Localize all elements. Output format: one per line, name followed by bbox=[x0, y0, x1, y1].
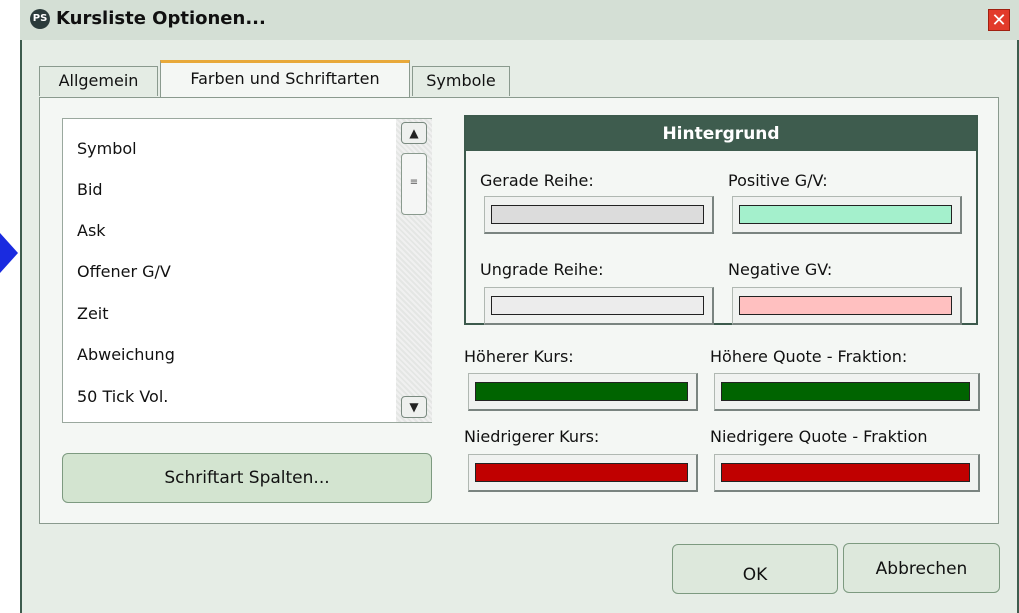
list-item[interactable]: Bid bbox=[77, 180, 103, 199]
tab-symbole[interactable]: Symbole bbox=[412, 66, 510, 96]
higher-quote-label: Höhere Quote - Fraktion: bbox=[710, 347, 908, 366]
higher-quote-color-button[interactable] bbox=[714, 373, 980, 411]
list-item[interactable]: Offener G/V bbox=[77, 262, 171, 281]
column-font-button[interactable]: Schriftart Spalten... bbox=[62, 453, 432, 503]
scroll-up-button[interactable]: ▲ bbox=[401, 122, 427, 144]
tab-farben-und-schriftarten[interactable]: Farben und Schriftarten bbox=[160, 60, 410, 98]
background-group-header: Hintergrund bbox=[466, 117, 976, 151]
pointer-arrow-icon bbox=[0, 233, 18, 273]
negative-pl-color-button[interactable] bbox=[732, 287, 962, 325]
list-item[interactable]: Ask bbox=[77, 221, 106, 240]
app-logo-icon: PS bbox=[30, 9, 50, 29]
negative-pl-label: Negative GV: bbox=[728, 260, 833, 279]
higher-quote-color-swatch bbox=[721, 382, 970, 401]
lower-price-color-swatch bbox=[475, 463, 688, 482]
ok-button[interactable]: OK bbox=[672, 544, 838, 594]
higher-price-label: Höherer Kurs: bbox=[464, 347, 574, 366]
list-item[interactable]: Symbol bbox=[77, 139, 137, 158]
higher-price-color-swatch bbox=[475, 382, 688, 401]
lower-quote-color-button[interactable] bbox=[714, 454, 980, 492]
lower-price-label: Niedrigerer Kurs: bbox=[464, 427, 600, 446]
negative-pl-color-swatch bbox=[739, 296, 952, 315]
lower-price-color-button[interactable] bbox=[468, 454, 698, 492]
list-item[interactable]: Zeit bbox=[77, 304, 109, 323]
list-item[interactable]: Abweichung bbox=[77, 345, 175, 364]
column-listbox[interactable]: Symbol Bid Ask Offener G/V Zeit Abweichu… bbox=[62, 118, 432, 423]
scroll-down-button[interactable]: ▼ bbox=[401, 396, 427, 418]
close-button[interactable]: ✕ bbox=[988, 9, 1010, 31]
positive-pl-color-button[interactable] bbox=[732, 196, 962, 234]
scroll-thumb[interactable]: ≡ bbox=[401, 153, 427, 215]
even-row-color-swatch bbox=[491, 205, 704, 224]
title-bar[interactable]: PS Kursliste Optionen... ✕ bbox=[20, 0, 1019, 40]
positive-pl-color-swatch bbox=[739, 205, 952, 224]
odd-row-color-swatch bbox=[491, 296, 704, 315]
positive-pl-label: Positive G/V: bbox=[728, 171, 828, 190]
odd-row-label: Ungrade Reihe: bbox=[480, 260, 604, 279]
window-title: Kursliste Optionen... bbox=[56, 8, 266, 29]
dialog-body: Allgemein Farben und Schriftarten Symbol… bbox=[22, 40, 1017, 613]
vertical-scrollbar[interactable]: ▲ ≡ ▼ bbox=[396, 119, 432, 422]
even-row-label: Gerade Reihe: bbox=[480, 171, 594, 190]
cancel-button[interactable]: Abbrechen bbox=[843, 543, 1000, 593]
even-row-color-button[interactable] bbox=[484, 196, 714, 234]
tab-panel-colors-fonts: Symbol Bid Ask Offener G/V Zeit Abweichu… bbox=[39, 97, 999, 524]
higher-price-color-button[interactable] bbox=[468, 373, 698, 411]
lower-quote-label: Niedrigere Quote - Fraktion bbox=[710, 427, 928, 446]
list-item[interactable]: 50 Tick Vol. bbox=[77, 387, 168, 406]
lower-quote-color-swatch bbox=[721, 463, 970, 482]
tab-allgemein[interactable]: Allgemein bbox=[39, 66, 158, 96]
odd-row-color-button[interactable] bbox=[484, 287, 714, 325]
options-dialog: PS Kursliste Optionen... ✕ Allgemein Far… bbox=[20, 0, 1019, 613]
background-group: Hintergrund Gerade Reihe: Positive G/V: … bbox=[464, 115, 978, 325]
